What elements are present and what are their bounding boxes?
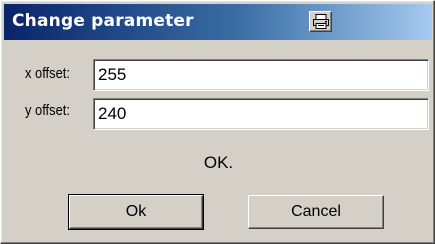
printer-icon	[313, 14, 329, 29]
title-bar-print-button[interactable]	[309, 11, 332, 32]
change-parameter-dialog: Change parameter x offset: 255 y offset:…	[0, 0, 435, 244]
y-offset-label: y offset:	[25, 102, 70, 119]
dialog-title: Change parameter	[12, 11, 194, 31]
x-offset-label: x offset:	[25, 65, 70, 82]
x-offset-input[interactable]: 255	[93, 59, 429, 91]
status-message: OK.	[203, 153, 234, 172]
y-offset-input[interactable]: 240	[93, 98, 429, 130]
cancel-button[interactable]: Cancel	[248, 195, 384, 229]
ok-button[interactable]: Ok	[68, 194, 204, 230]
title-bar[interactable]: Change parameter	[4, 4, 432, 40]
